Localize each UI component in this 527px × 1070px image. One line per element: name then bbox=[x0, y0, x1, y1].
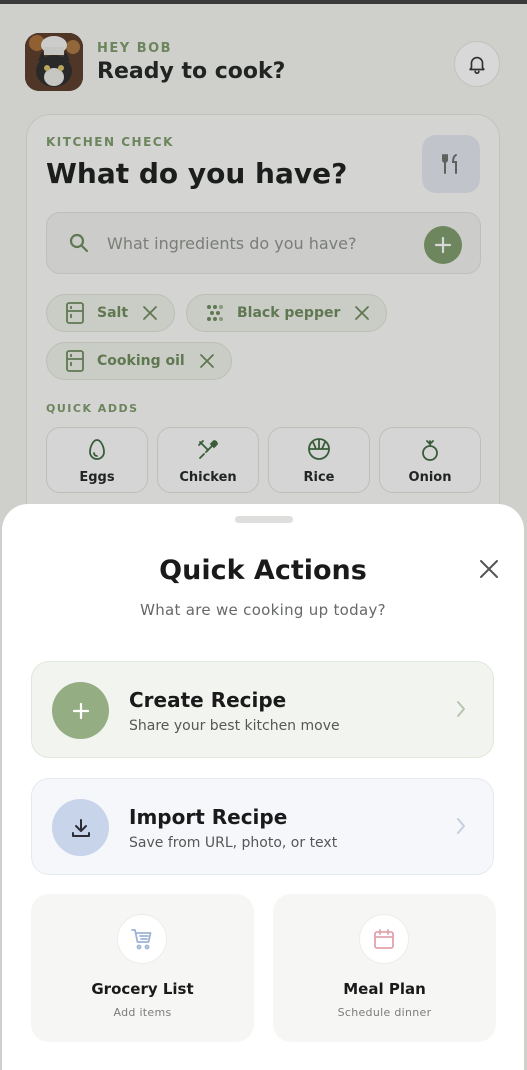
create-recipe-subtitle: Share your best kitchen move bbox=[129, 718, 340, 734]
sheet-title: Quick Actions bbox=[159, 555, 367, 586]
calendar-icon bbox=[359, 914, 409, 964]
grocery-list-button[interactable]: Grocery List Add items bbox=[31, 894, 254, 1042]
plus-circle-icon bbox=[52, 682, 109, 739]
create-recipe-button[interactable]: Create Recipe Share your best kitchen mo… bbox=[31, 661, 494, 758]
import-recipe-subtitle: Save from URL, photo, or text bbox=[129, 835, 338, 851]
grocery-list-title: Grocery List bbox=[91, 980, 194, 998]
chevron-right-icon bbox=[456, 700, 466, 722]
drag-handle[interactable] bbox=[235, 516, 293, 523]
chevron-right-icon bbox=[456, 817, 466, 839]
cart-icon bbox=[117, 914, 167, 964]
import-recipe-button[interactable]: Import Recipe Save from URL, photo, or t… bbox=[31, 778, 494, 875]
app-screen: HEY BOB Ready to cook? KITCHEN CHECK Wha… bbox=[0, 0, 527, 1070]
meal-plan-button[interactable]: Meal Plan Schedule dinner bbox=[273, 894, 496, 1042]
create-recipe-title: Create Recipe bbox=[129, 688, 287, 712]
meal-plan-title: Meal Plan bbox=[343, 980, 426, 998]
grocery-list-subtitle: Add items bbox=[113, 1006, 172, 1019]
import-recipe-title: Import Recipe bbox=[129, 805, 288, 829]
download-icon bbox=[52, 799, 109, 856]
quick-actions-sheet: Quick Actions What are we cooking up tod… bbox=[2, 504, 524, 1070]
meal-plan-subtitle: Schedule dinner bbox=[337, 1006, 432, 1019]
sheet-subtitle: What are we cooking up today? bbox=[140, 601, 386, 619]
